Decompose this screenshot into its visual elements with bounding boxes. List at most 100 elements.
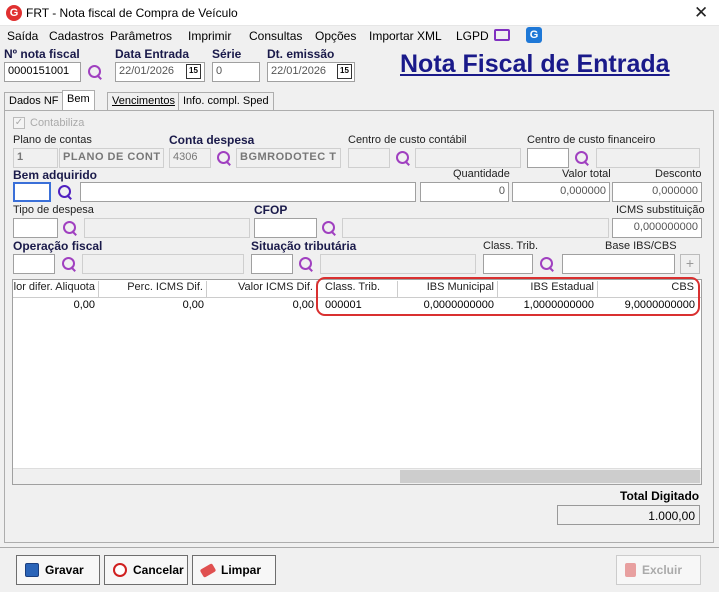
menu-cadastros[interactable]: Cadastros (49, 29, 104, 43)
save-label: Gravar (45, 563, 84, 577)
close-icon[interactable]: ✕ (694, 3, 708, 23)
tab-info-compl-sped[interactable]: Info. compl. Sped (178, 92, 274, 110)
highlight-box (316, 277, 700, 316)
menu-imprimir[interactable]: Imprimir (188, 29, 231, 43)
menu-bar (0, 26, 719, 46)
search-situacao-icon[interactable] (297, 255, 315, 273)
serie-input[interactable]: 0 (212, 62, 260, 82)
nota-fiscal-label: Nº nota fiscal (4, 47, 80, 61)
menu-consultas[interactable]: Consultas (249, 29, 302, 43)
menu-parametros[interactable]: Parâmetros (110, 29, 172, 43)
search-class-trib-icon[interactable] (538, 255, 556, 273)
search-nota-icon[interactable] (86, 63, 104, 81)
scrollbar-thumb[interactable] (400, 470, 700, 483)
clear-button[interactable]: Limpar (192, 555, 276, 585)
operacao-fiscal-name (82, 254, 244, 274)
tipo-despesa-code[interactable] (13, 218, 58, 238)
table-cell[interactable]: 0,00 (207, 299, 314, 311)
menu-importar-xml[interactable]: Importar XML (369, 29, 442, 43)
menu-opcoes[interactable]: Opções (315, 29, 356, 43)
situacao-tributaria-name (320, 254, 476, 274)
table-cell[interactable]: 0,00 (13, 299, 95, 311)
bem-adquirido-label: Bem adquirido (13, 168, 98, 182)
tipo-despesa-name (84, 218, 250, 238)
serie-label: Série (212, 47, 242, 61)
save-button[interactable]: Gravar (16, 555, 100, 585)
valor-total-input[interactable]: 0,000000 (512, 182, 610, 202)
delete-button[interactable]: Excluir (616, 555, 701, 585)
cancel-icon (113, 563, 127, 577)
menu-lgpd[interactable]: LGPD (456, 29, 489, 43)
grid-header-perc-icms[interactable]: Perc. ICMS Dif. (99, 281, 207, 297)
bem-adquirido-code[interactable] (13, 182, 51, 202)
app-logo-icon: G (6, 5, 22, 21)
quantidade-input[interactable]: 0 (420, 182, 509, 202)
cfop-name (342, 218, 609, 238)
base-ibs-cbs-input[interactable] (562, 254, 675, 274)
cfop-label: CFOP (254, 203, 288, 217)
cc-financeiro-code[interactable] (527, 148, 569, 168)
floppy-icon (25, 563, 39, 577)
search-tipo-despesa-icon[interactable] (61, 219, 79, 237)
conta-despesa-label: Conta despesa (169, 133, 255, 147)
tab-dados-nf[interactable]: Dados NF (4, 92, 64, 110)
tab-bem[interactable]: Bem (62, 90, 95, 111)
search-cfop-icon[interactable] (320, 219, 338, 237)
delete-label: Excluir (642, 563, 683, 577)
eraser-icon (199, 562, 217, 578)
grid-header-aliquota[interactable]: lor difer. Aliquota (13, 281, 99, 297)
page-title: Nota Fiscal de Entrada (400, 50, 670, 78)
cc-contabil-code[interactable] (348, 148, 390, 168)
contabiliza-checkbox[interactable]: ✓ (13, 117, 25, 129)
cc-financeiro-name (596, 148, 700, 168)
dt-emissao-label: Dt. emissão (267, 47, 335, 61)
total-digitado-value: 1.000,00 (557, 505, 700, 525)
data-entrada-label: Data Entrada (115, 47, 190, 61)
icms-subst-label: ICMS substituição (616, 204, 705, 216)
menu-saida[interactable]: Saída (7, 29, 38, 43)
clear-label: Limpar (221, 563, 262, 577)
trash-icon (625, 563, 636, 577)
operacao-fiscal-code[interactable] (13, 254, 55, 274)
desconto-label: Desconto (655, 168, 702, 180)
divider (0, 547, 719, 548)
search-operacao-icon[interactable] (60, 255, 78, 273)
contabiliza-label: Contabiliza (30, 117, 85, 129)
monitor-icon[interactable] (494, 29, 510, 41)
operacao-fiscal-label: Operação fiscal (13, 239, 103, 253)
valor-total-label: Valor total (562, 168, 611, 180)
cc-financeiro-label: Centro de custo financeiro (527, 134, 656, 146)
window-title: FRT - Nota fiscal de Compra de Veículo (26, 6, 238, 20)
base-ibs-cbs-label: Base IBS/CBS (605, 240, 677, 252)
plano-name-input: PLANO DE CONT (59, 148, 164, 168)
cancel-button[interactable]: Cancelar (104, 555, 188, 585)
conta-despesa-name: BGMRODOTEC T (236, 148, 341, 168)
plano-code-input: 1 (13, 148, 58, 168)
tipo-despesa-label: Tipo de despesa (13, 204, 94, 216)
cancel-label: Cancelar (133, 563, 184, 577)
search-bem-icon[interactable] (56, 183, 74, 201)
app-badge-icon[interactable]: G (526, 27, 542, 43)
cfop-code[interactable] (254, 218, 317, 238)
search-cc-contabil-icon[interactable] (394, 149, 412, 167)
cc-contabil-name (415, 148, 521, 168)
situacao-tributaria-label: Situação tributária (251, 239, 357, 253)
add-button: + (680, 254, 700, 274)
situacao-tributaria-code[interactable] (251, 254, 293, 274)
conta-despesa-code: 4306 (169, 148, 211, 168)
icms-subst-input[interactable]: 0,000000000 (612, 218, 702, 238)
search-cc-financeiro-icon[interactable] (573, 149, 591, 167)
desconto-input[interactable]: 0,000000 (612, 182, 702, 202)
nota-fiscal-input[interactable]: 0000151001 (4, 62, 81, 82)
class-trib-label: Class. Trib. (483, 240, 539, 252)
bem-adquirido-name[interactable] (80, 182, 416, 202)
calendar-emissao-icon[interactable]: 15 (337, 64, 352, 79)
quantidade-label: Quantidade (453, 168, 510, 180)
cc-contabil-label: Centro de custo contábil (348, 134, 467, 146)
grid-header-valor-icms[interactable]: Valor ICMS Dif. (207, 281, 317, 297)
class-trib-input[interactable] (483, 254, 533, 274)
tab-vencimentos[interactable]: Vencimentos (107, 92, 180, 110)
table-cell[interactable]: 0,00 (99, 299, 204, 311)
calendar-entrada-icon[interactable]: 15 (186, 64, 201, 79)
search-conta-despesa-icon[interactable] (215, 149, 233, 167)
